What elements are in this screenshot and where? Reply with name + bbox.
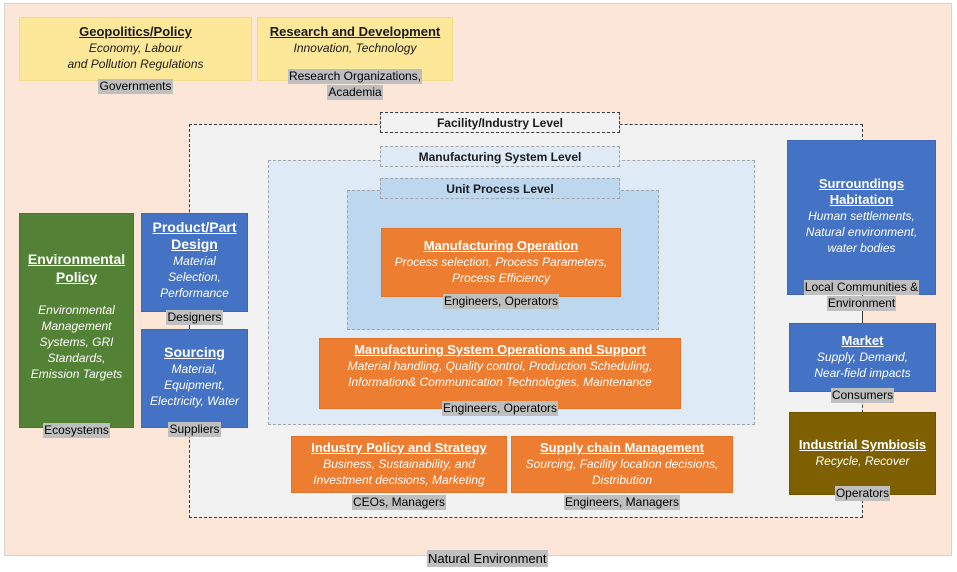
geopolitics-title: Geopolitics/Policy — [79, 24, 192, 39]
market-subtitle-2: Near-field impacts — [814, 366, 911, 380]
product-design-stakeholder: Designers — [166, 310, 223, 325]
industry-policy-box: Industry Policy and Strategy Business, S… — [291, 436, 507, 493]
surroundings-stakeholder-2: Environment — [826, 296, 897, 311]
geopolitics-subtitle-1: Economy, Labour — [88, 41, 183, 55]
sourcing-title: Sourcing — [164, 344, 225, 360]
product-design-title-2: Design — [171, 236, 218, 252]
manufacturing-operation-subtitle-1: Process selection, Process Parameters, — [394, 255, 608, 269]
supply-chain-title: Supply chain Management — [540, 440, 704, 455]
industrial-symbiosis-subtitle: Recycle, Recover — [815, 454, 910, 468]
research-stakeholder-1: Research Organizations, — [287, 69, 423, 84]
industry-policy-subtitle-2: Investment decisions, Marketing — [313, 473, 485, 487]
environmental-policy-subtitle-4: Standards, — [47, 351, 106, 365]
supply-chain-subtitle-1: Sourcing, Facility location decisions, — [525, 457, 719, 471]
research-subtitle: Innovation, Technology — [293, 41, 417, 55]
sourcing-stakeholder: Suppliers — [168, 422, 221, 437]
supply-chain-stakeholder: Engineers, Managers — [563, 495, 681, 510]
surroundings-habitation-box: Surroundings Habitation Human settlement… — [787, 140, 936, 295]
surroundings-title-2: Habitation — [829, 192, 894, 207]
manufacturing-system-level-label: Manufacturing System Level — [380, 146, 620, 167]
environmental-policy-subtitle-3: Systems, GRI — [39, 335, 114, 349]
environmental-policy-box: Environmental Policy Environmental Manag… — [19, 213, 134, 428]
manufacturing-operation-box: Manufacturing Operation Process selectio… — [381, 228, 621, 297]
sourcing-subtitle-3: Electricity, Water — [150, 394, 239, 408]
product-design-subtitle-3: Performance — [160, 286, 229, 300]
unit-process-level-label: Unit Process Level — [380, 178, 620, 199]
surroundings-title-1: Surroundings — [818, 176, 905, 191]
industrial-symbiosis-stakeholder: Operators — [834, 486, 891, 501]
industry-policy-stakeholder: CEOs, Managers — [351, 495, 447, 510]
market-title: Market — [841, 333, 884, 348]
sourcing-box: Sourcing Material, Equipment, Electricit… — [141, 329, 248, 428]
natural-environment-label: Natural Environment — [427, 550, 548, 567]
geopolitics-stakeholder: Governments — [98, 79, 173, 94]
mso-stakeholder: Engineers, Operators — [441, 401, 559, 416]
environmental-policy-subtitle-2: Management — [41, 319, 112, 333]
product-design-subtitle-1: Material — [173, 254, 216, 268]
environmental-policy-title-1: Environmental — [27, 251, 126, 267]
industry-policy-subtitle-1: Business, Sustainability, and — [323, 457, 475, 471]
supply-chain-subtitle-2: Distribution — [591, 473, 653, 487]
manufacturing-operation-subtitle-2: Process Efficiency — [451, 271, 551, 285]
environmental-policy-stakeholder: Ecosystems — [43, 423, 110, 438]
product-design-title-1: Product/Part — [152, 219, 237, 235]
surroundings-subtitle-1: Human settlements, — [808, 209, 915, 223]
sourcing-subtitle-1: Material, — [171, 362, 218, 376]
supply-chain-box: Supply chain Management Sourcing, Facili… — [511, 436, 733, 493]
research-title: Research and Development — [269, 24, 441, 39]
surroundings-stakeholder-1: Local Communities & — [803, 280, 920, 295]
geopolitics-policy-box: Geopolitics/Policy Economy, Labour and P… — [19, 17, 252, 81]
mso-subtitle-2: Information& Communication Technologies,… — [348, 375, 652, 389]
environmental-policy-title-2: Policy — [55, 269, 98, 285]
geopolitics-subtitle-2: and Pollution Regulations — [67, 57, 204, 71]
sourcing-subtitle-2: Equipment, — [164, 378, 225, 392]
industry-policy-title: Industry Policy and Strategy — [311, 440, 487, 455]
market-subtitle-1: Supply, Demand, — [816, 350, 909, 364]
market-box: Market Supply, Demand, Near-field impact… — [789, 323, 936, 392]
product-design-subtitle-2: Selection, — [168, 270, 221, 284]
mso-title: Manufacturing System Operations and Supp… — [354, 342, 646, 357]
manufacturing-operation-title: Manufacturing Operation — [423, 238, 579, 253]
industrial-symbiosis-title: Industrial Symbiosis — [798, 437, 927, 452]
industrial-symbiosis-box: Industrial Symbiosis Recycle, Recover — [789, 412, 936, 495]
manufacturing-operation-stakeholder: Engineers, Operators — [442, 294, 560, 309]
surroundings-subtitle-3: water bodies — [827, 241, 896, 255]
surroundings-subtitle-2: Natural environment, — [805, 225, 918, 239]
product-design-box: Product/Part Design Material Selection, … — [141, 213, 248, 312]
research-stakeholder-2: Academia — [327, 85, 383, 100]
environmental-policy-subtitle-1: Environmental — [38, 303, 115, 317]
mso-subtitle-1: Material handling, Quality control, Prod… — [347, 359, 653, 373]
environmental-policy-subtitle-5: Emission Targets — [30, 367, 123, 381]
market-stakeholder: Consumers — [830, 388, 895, 403]
facility-level-label: Facility/Industry Level — [380, 112, 620, 133]
